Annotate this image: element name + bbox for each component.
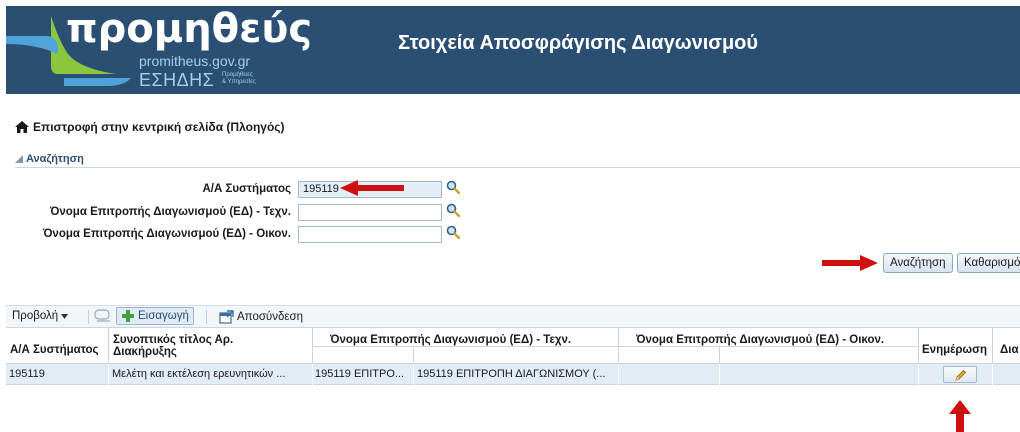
column-divider bbox=[719, 346, 720, 365]
collapse-triangle-icon bbox=[15, 154, 23, 163]
column-header-tech-committee[interactable]: Όνομα Επιτροπής Διαγωνισμού (ΕΔ) - Τεχν. bbox=[330, 334, 571, 346]
column-divider bbox=[312, 346, 618, 347]
search-icon[interactable] bbox=[446, 225, 460, 239]
detach-icon bbox=[219, 310, 234, 324]
back-link-label: Επιστροφή στην κεντρική σελίδα (Πλοηγός) bbox=[33, 120, 285, 134]
results-table-header: Α/Α Συστήματος Συνοπτικός τίτλος Αρ. Δια… bbox=[6, 327, 1020, 365]
cell-divider bbox=[108, 364, 109, 385]
insert-button[interactable]: Εισαγωγή bbox=[116, 307, 194, 325]
cell-divider bbox=[719, 364, 720, 385]
logo-text: προμηθεύς bbox=[66, 6, 313, 52]
search-icon[interactable] bbox=[446, 203, 460, 217]
detach-button-label: Αποσύνδεση bbox=[237, 311, 303, 323]
cell-divider bbox=[618, 364, 619, 385]
econ-committee-label: Όνομα Επιτροπής Διαγωνισμού (ΕΔ) - Οικον… bbox=[42, 228, 291, 240]
logo-esidis: ΕΣΗΔΗΣ bbox=[139, 70, 215, 90]
view-menu[interactable]: Προβολή bbox=[12, 310, 69, 322]
tech-committee-label: Όνομα Επιτροπής Διαγωνισμού (ΕΔ) - Τεχν. bbox=[49, 206, 291, 218]
page-header: προμηθεύς promitheus.gov.gr ΕΣΗΔΗΣ Προμή… bbox=[6, 6, 1020, 94]
back-to-home-link[interactable]: Επιστροφή στην κεντρική σελίδα (Πλοηγός) bbox=[15, 120, 285, 134]
search-section-header[interactable]: Αναζήτηση bbox=[15, 150, 1020, 168]
logo-subtitle-line-1: Προμήθειες bbox=[222, 72, 253, 78]
search-icon[interactable] bbox=[446, 180, 460, 194]
search-section-title: Αναζήτηση bbox=[26, 152, 84, 165]
freeze-icon[interactable] bbox=[94, 309, 112, 323]
toolbar-divider bbox=[88, 310, 89, 324]
chevron-down-icon bbox=[61, 313, 69, 319]
logo-subtitle-line-2: & Υπηρεσίες bbox=[222, 79, 256, 85]
view-menu-label: Προβολή bbox=[12, 310, 59, 322]
page-title: Στοιχεία Αποσφράγισης Διαγωνισμού bbox=[398, 32, 759, 54]
column-header-truncated[interactable]: Δια bbox=[1000, 344, 1019, 356]
plus-icon bbox=[122, 310, 134, 322]
cell-divider bbox=[413, 364, 414, 385]
toolbar-divider bbox=[206, 310, 207, 324]
cell-tech-code: 195119 ΕΠΙΤΡΟ... bbox=[315, 368, 405, 380]
logo-subtitle: Προμήθειες & Υπηρεσίες bbox=[222, 72, 256, 86]
column-header-system-id[interactable]: Α/Α Συστήματος bbox=[10, 344, 99, 356]
pencil-icon bbox=[955, 369, 967, 381]
update-button[interactable] bbox=[943, 366, 977, 383]
search-button[interactable]: Αναζήτηση bbox=[883, 253, 953, 273]
column-divider bbox=[413, 346, 414, 365]
table-row[interactable]: 195119 Μελέτη και εκτέλεση ερευνητικών .… bbox=[6, 364, 1020, 385]
logo-url: promitheus.gov.gr bbox=[139, 53, 251, 69]
cell-divider bbox=[992, 364, 993, 385]
column-header-title[interactable]: Συνοπτικός τίτλος Αρ. Διακήρυξης bbox=[113, 334, 293, 358]
system-id-label: Α/Α Συστήματος bbox=[202, 183, 291, 195]
column-divider bbox=[992, 328, 993, 365]
column-header-econ-committee[interactable]: Όνομα Επιτροπής Διαγωνισμού (ΕΔ) - Οικον… bbox=[636, 334, 884, 346]
tech-committee-input[interactable] bbox=[298, 204, 442, 221]
cell-system-id: 195119 bbox=[9, 368, 45, 380]
cell-divider bbox=[918, 364, 919, 385]
detach-button[interactable]: Αποσύνδεση bbox=[219, 310, 303, 324]
econ-committee-input[interactable] bbox=[298, 226, 442, 243]
clear-button[interactable]: Καθαρισμός bbox=[957, 253, 1020, 273]
insert-button-label: Εισαγωγή bbox=[138, 310, 189, 322]
cell-tech-name: 195119 ΕΠΙΤΡΟΠΗ ΔΙΑΓΩΝΙΣΜΟΥ (... bbox=[417, 368, 606, 380]
red-arrow-right-icon bbox=[822, 255, 878, 271]
column-divider bbox=[918, 328, 919, 365]
red-arrow-up-icon bbox=[949, 400, 971, 432]
home-icon bbox=[15, 121, 29, 133]
red-arrow-left-icon bbox=[340, 180, 404, 196]
cell-divider bbox=[312, 364, 313, 385]
column-divider bbox=[618, 346, 918, 347]
cell-title: Μελέτη και εκτέλεση ερευνητικών ... bbox=[112, 368, 286, 380]
column-divider bbox=[108, 328, 109, 365]
results-toolbar: Προβολή Εισαγωγή Αποσύνδεση bbox=[6, 305, 1020, 327]
column-header-update[interactable]: Ενημέρωση bbox=[922, 344, 987, 356]
